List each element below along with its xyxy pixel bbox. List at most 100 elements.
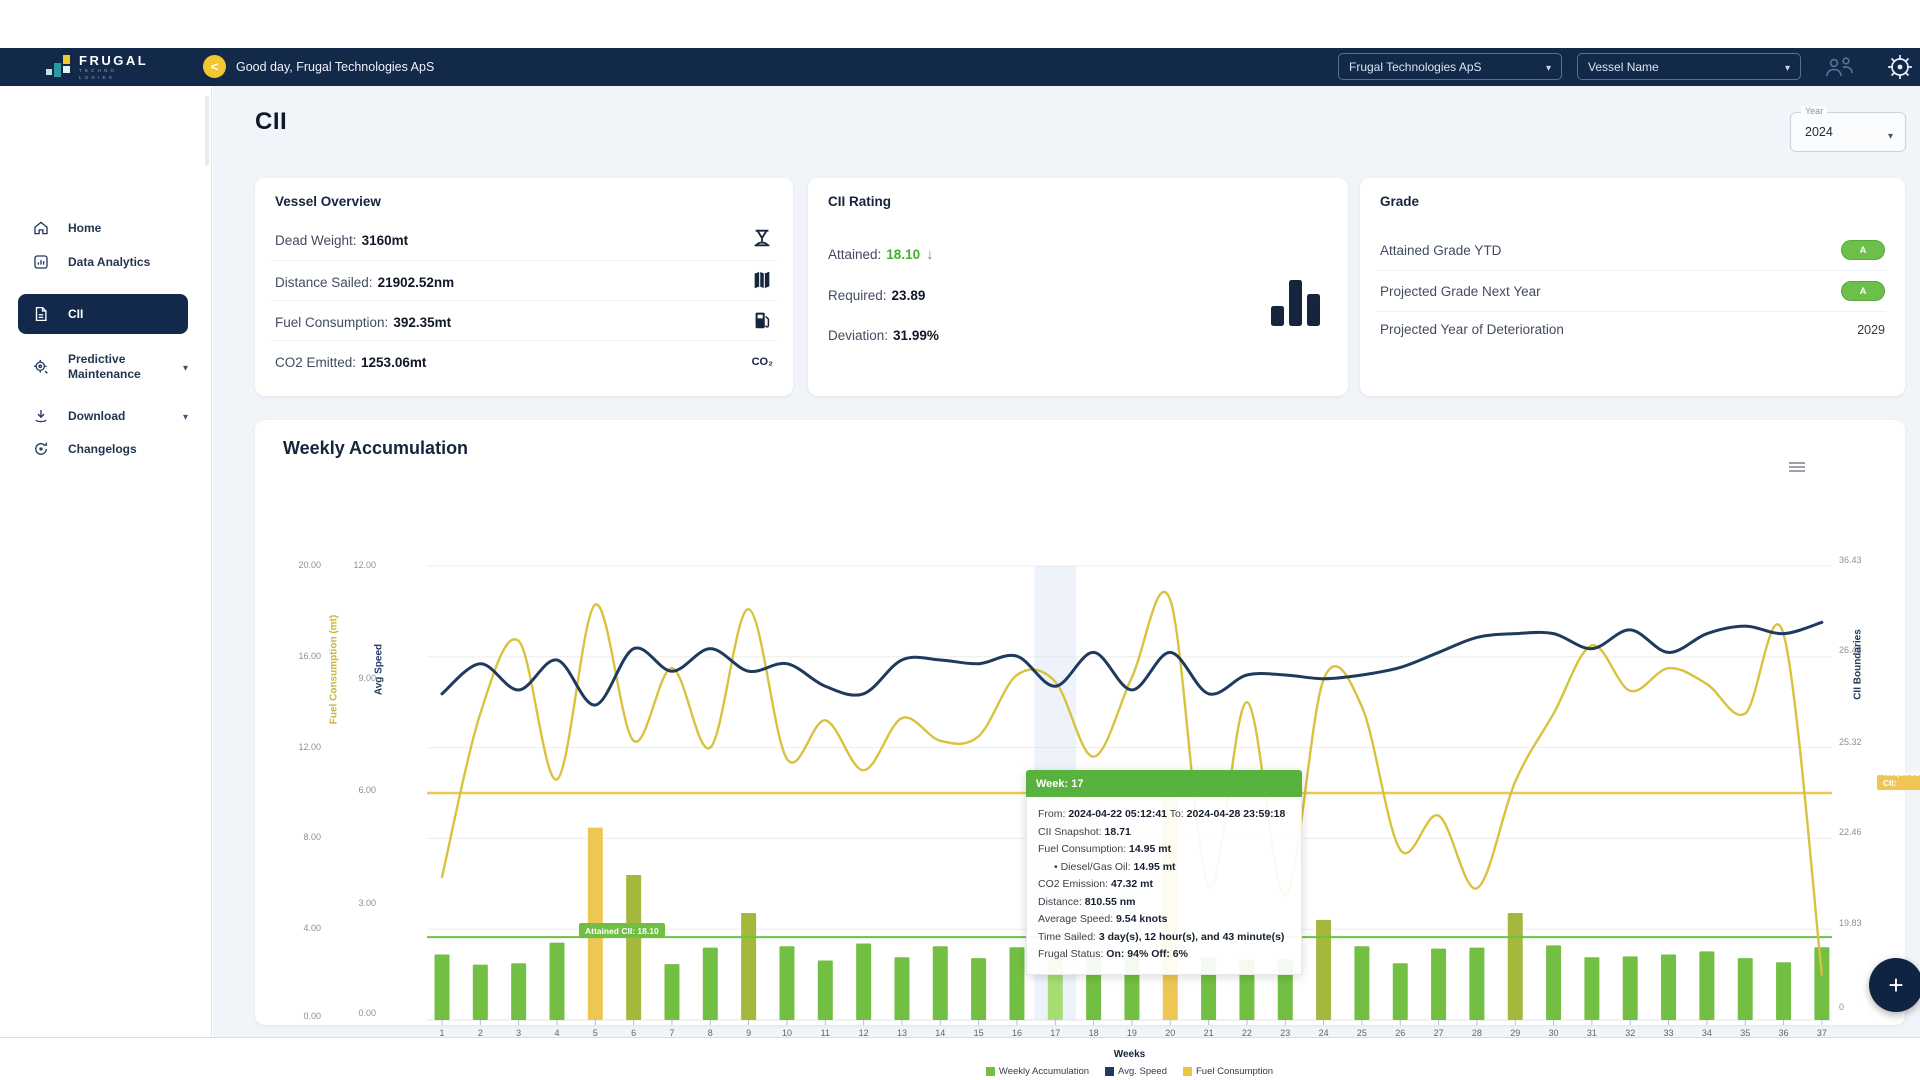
- divider: [271, 260, 777, 261]
- grade-badge: A: [1841, 281, 1885, 301]
- tooltip-row: From: 2024-04-22 05:12:41 To: 2024-04-28…: [1038, 806, 1290, 824]
- divider: [1376, 270, 1886, 271]
- bar-week-13[interactable]: [894, 957, 909, 1020]
- bar-week-7[interactable]: [664, 964, 679, 1020]
- home-icon: [32, 219, 50, 237]
- sidebar-item-predictive-maintenance[interactable]: Predictive Maintenance: [18, 344, 188, 390]
- brand-logo[interactable]: FRUGAL TECHNO LOGIES: [46, 51, 148, 83]
- bar-week-16[interactable]: [1009, 947, 1024, 1020]
- bar-week-29[interactable]: [1508, 913, 1523, 1020]
- deterioration-year-row: Projected Year of Deterioration 2029: [1380, 322, 1885, 337]
- chevron-down-icon: [1785, 60, 1790, 74]
- bar-week-11[interactable]: [818, 960, 833, 1020]
- co2-icon: CO₂: [752, 356, 773, 368]
- divider: [1376, 311, 1886, 312]
- chevron-down-icon: [1888, 126, 1893, 144]
- fuel-axis-title: Fuel Consumption (mt): [329, 610, 340, 730]
- legend-item[interactable]: Avg. Speed: [1105, 1066, 1167, 1077]
- bar-week-12[interactable]: [856, 944, 871, 1020]
- tooltip-header: Week: 17: [1026, 770, 1302, 797]
- deterioration-year-value: 2029: [1857, 323, 1885, 337]
- fuel-pump-icon: [751, 309, 773, 336]
- sidebar-item-changelogs[interactable]: Changelogs: [18, 430, 188, 468]
- projected-grade-row: Projected Grade Next Year A: [1380, 281, 1885, 301]
- brand-subtitle: TECHNO: [79, 69, 148, 74]
- sidebar-item-data-analytics[interactable]: Data Analytics: [18, 243, 188, 281]
- ship-helm-icon[interactable]: [1886, 53, 1914, 81]
- bar-week-6[interactable]: [626, 875, 641, 1020]
- chart-title: Weekly Accumulation: [283, 438, 468, 459]
- cii-axis-tick: 22.46: [1839, 827, 1885, 837]
- organization-select[interactable]: Frugal Technologies ApS: [1338, 53, 1562, 80]
- bar-week-26[interactable]: [1393, 963, 1408, 1020]
- attained-grade-row: Attained Grade YTD A: [1380, 240, 1885, 260]
- chevron-down-icon: [1546, 60, 1551, 74]
- tooltip-row: • Diesel/Gas Oil: 14.95 mt: [1038, 859, 1290, 877]
- fuel-axis-tick: 16.00: [281, 651, 321, 661]
- brand-name: FRUGAL: [79, 54, 148, 67]
- weight-scale-icon: [751, 227, 773, 254]
- year-select[interactable]: Year 2024: [1790, 112, 1906, 152]
- arrow-down-icon: ↓: [926, 246, 934, 263]
- fuel-axis-tick: 20.00: [281, 560, 321, 570]
- legend-swatch: [986, 1067, 995, 1076]
- bar-week-3[interactable]: [511, 963, 526, 1020]
- sidebar: Home Data Analytics CII Predictive Maint…: [0, 86, 212, 1037]
- fuel-axis-tick: 0.00: [281, 1011, 321, 1021]
- analytics-icon: [32, 253, 50, 271]
- bar-week-33[interactable]: [1661, 955, 1676, 1020]
- fuel-axis-tick: 4.00: [281, 923, 321, 933]
- bar-week-27[interactable]: [1431, 949, 1446, 1020]
- bar-week-28[interactable]: [1469, 948, 1484, 1020]
- bar-week-34[interactable]: [1699, 951, 1714, 1020]
- legend-label: Fuel Consumption: [1196, 1066, 1273, 1077]
- bar-week-25[interactable]: [1354, 946, 1369, 1020]
- deviation-row: Deviation:31.99%: [828, 328, 939, 343]
- sidebar-item-home[interactable]: Home: [18, 209, 188, 247]
- bar-week-30[interactable]: [1546, 945, 1561, 1020]
- sidebar-item-cii[interactable]: CII: [18, 294, 188, 334]
- x-axis-title: Weeks: [427, 1049, 1832, 1060]
- fuel-axis-tick: 12.00: [281, 742, 321, 752]
- bar-week-15[interactable]: [971, 958, 986, 1020]
- bar-week-37[interactable]: [1814, 947, 1829, 1020]
- greeting-text: Good day, Frugal Technologies ApS: [236, 60, 434, 74]
- bar-week-14[interactable]: [933, 946, 948, 1020]
- legend-item[interactable]: Fuel Consumption: [1183, 1066, 1273, 1077]
- sidebar-scrollbar[interactable]: [205, 96, 209, 166]
- bar-week-8[interactable]: [703, 948, 718, 1020]
- users-group-icon[interactable]: [1822, 55, 1860, 79]
- bar-chart-icon: [1271, 276, 1320, 326]
- distance-sailed-row: Distance Sailed: 21902.52nm: [275, 262, 773, 302]
- required-cii-label: Required CII: 23.89: [1877, 775, 1920, 790]
- bar-week-4[interactable]: [549, 943, 564, 1020]
- weekly-accumulation-card: Weekly Accumulation 12345678910111213141…: [255, 420, 1905, 1025]
- add-floating-button[interactable]: +: [1869, 958, 1920, 1012]
- map-icon: [751, 269, 773, 296]
- chevron-down-icon: [183, 358, 188, 376]
- bar-week-36[interactable]: [1776, 962, 1791, 1020]
- bar-week-10[interactable]: [779, 946, 794, 1020]
- page-title: CII: [255, 108, 287, 136]
- gear-wrench-icon: [32, 358, 50, 376]
- bar-week-2[interactable]: [473, 965, 488, 1020]
- page-divider: [0, 1037, 1920, 1038]
- bar-week-31[interactable]: [1584, 957, 1599, 1020]
- fuel-consumption-row: Fuel Consumption: 392.35mt: [275, 302, 773, 342]
- chat-badge-icon[interactable]: <: [203, 55, 226, 78]
- bar-week-1[interactable]: [435, 955, 450, 1020]
- chart-menu-icon[interactable]: [1789, 460, 1805, 474]
- attained-row: Attained:18.10↓: [828, 246, 934, 263]
- legend-item[interactable]: Weekly Accumulation: [986, 1066, 1089, 1077]
- vessel-select[interactable]: Vessel Name: [1577, 53, 1801, 80]
- grade-card: Grade Attained Grade YTD A Projected Gra…: [1360, 178, 1905, 396]
- chart-legend: Weekly Accumulation Avg. Speed Fuel Consum…: [427, 1066, 1832, 1077]
- bar-week-32[interactable]: [1623, 956, 1638, 1020]
- avg-speed-axis-tick: 0.00: [336, 1008, 376, 1018]
- attained-cii-label: Attained CII: 18.10: [579, 923, 665, 938]
- avg-speed-axis-tick: 6.00: [336, 785, 376, 795]
- bar-week-9[interactable]: [741, 913, 756, 1020]
- bar-week-24[interactable]: [1316, 920, 1331, 1020]
- dead-weight-row: Dead Weight: 3160mt: [275, 220, 773, 260]
- bar-week-35[interactable]: [1738, 958, 1753, 1020]
